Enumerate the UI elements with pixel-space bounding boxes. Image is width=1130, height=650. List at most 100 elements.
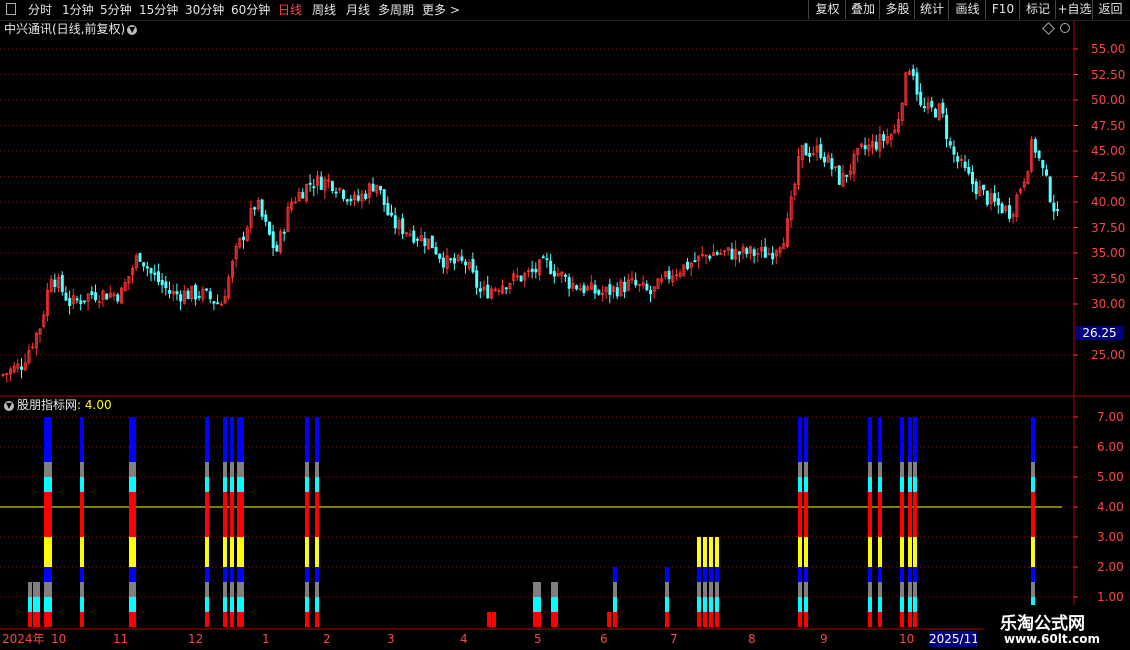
indicator-value: : 4.00 <box>77 398 112 412</box>
candle-body <box>142 262 146 267</box>
indicator-bar-segment <box>487 612 491 627</box>
candle-body <box>549 260 553 274</box>
candle-body <box>504 287 508 290</box>
indicator-bar-segment <box>908 417 912 462</box>
candle-body <box>145 266 149 269</box>
indicator-bar-segment <box>315 567 319 582</box>
candle-body <box>349 198 353 202</box>
candle-body <box>275 244 279 252</box>
indicator-bar-segment <box>868 462 872 477</box>
candle-body <box>534 268 538 273</box>
indicator-bar-segment <box>554 597 558 612</box>
indicator-bar-segment <box>868 507 872 537</box>
indicator-bar-segment <box>240 537 244 567</box>
indicator-bar-segment <box>305 507 309 537</box>
indicator-bar-segment <box>798 507 802 537</box>
indicator-bar-segment <box>1031 417 1035 462</box>
indicator-bar-segment <box>1031 537 1035 567</box>
indicator-bar-segment <box>878 507 882 537</box>
candle-body <box>922 106 926 109</box>
indicator-bar-segment <box>1031 492 1035 507</box>
price-axis-label: 40.00 <box>1091 195 1126 209</box>
indicator-bar-segment <box>878 567 882 582</box>
indicator-bar-segment <box>230 507 234 537</box>
candle-body <box>393 215 397 229</box>
indicator-bar-segment <box>80 477 84 492</box>
indicator-bar-segment <box>900 537 904 567</box>
indicator-bar-segment <box>878 612 882 627</box>
candle-body <box>752 249 756 256</box>
chevron-down-icon[interactable]: ▼ <box>4 400 14 411</box>
candle-body <box>804 143 808 156</box>
indicator-bar-segment <box>798 582 802 597</box>
indicator-bar-segment <box>913 477 917 492</box>
date-label: 12 <box>188 632 204 646</box>
candle-body <box>545 258 549 261</box>
indicator-bar-segment <box>878 597 882 612</box>
candle-body <box>390 212 394 216</box>
indicator-bar-segment <box>1031 477 1035 492</box>
candle-body <box>771 252 775 260</box>
indicator-bar-segment <box>305 582 309 597</box>
indicator-bar-segment <box>305 477 309 492</box>
indicator-bar-segment <box>48 582 52 597</box>
candle-body <box>530 268 534 272</box>
indicator-bar-segment <box>697 597 701 612</box>
indicator-bar-segment <box>1031 582 1035 597</box>
indicator-bar-segment <box>804 567 808 582</box>
candle-body <box>615 287 619 297</box>
candle-body <box>452 257 456 264</box>
indicator-bar-segment <box>900 612 904 627</box>
candle-body <box>160 279 164 286</box>
indicator-bar-segment <box>913 597 917 612</box>
candle-body <box>708 255 712 259</box>
price-axis-label: 42.50 <box>1091 170 1126 184</box>
indicator-bar-segment <box>804 582 808 597</box>
candle-body <box>882 134 886 142</box>
indicator-bar-segment <box>868 477 872 492</box>
indicator-bar-segment <box>205 582 209 597</box>
indicator-bar-segment <box>36 597 40 612</box>
indicator-bar-segment <box>878 582 882 597</box>
candle-body <box>1048 176 1052 203</box>
indicator-bar-segment <box>230 492 234 507</box>
price-axis-label: 47.50 <box>1091 119 1126 133</box>
candle-body <box>205 288 209 291</box>
candle-body <box>952 146 956 155</box>
indicator-bar-segment <box>798 477 802 492</box>
date-label: 11 <box>113 632 129 646</box>
indicator-bar-segment <box>878 492 882 507</box>
indicator-bar-segment <box>315 462 319 477</box>
indicator-bar-segment <box>878 537 882 567</box>
candle-body <box>686 261 690 270</box>
indicator-bar-segment <box>798 567 802 582</box>
candle-body <box>471 259 475 273</box>
indicator-bar-segment <box>697 567 701 582</box>
indicator-bar-segment <box>900 492 904 507</box>
candle-body <box>597 290 601 295</box>
candle-body <box>423 238 427 247</box>
candle-body <box>541 256 545 259</box>
indicator-bar-segment <box>613 567 617 582</box>
candle-body <box>53 279 57 287</box>
indicator-bar-segment <box>697 537 701 567</box>
candle-body <box>667 270 671 280</box>
indicator-bar-segment <box>44 567 48 582</box>
indicator-bar-segment <box>537 612 541 627</box>
date-label: 6 <box>600 632 608 646</box>
indicator-bar-segment <box>315 597 319 612</box>
candle-body <box>242 236 246 241</box>
indicator-bar-segment <box>533 612 537 627</box>
price-axis-label: 55.00 <box>1091 42 1126 56</box>
indicator-bar-segment <box>868 582 872 597</box>
indicator-bar-segment <box>913 417 917 462</box>
candle-body <box>519 275 523 282</box>
price-axis-label: 52.50 <box>1091 68 1126 82</box>
candle-body <box>993 193 997 202</box>
indicator-bar-segment <box>48 492 52 507</box>
indicator-axis-label: 7.00 <box>1097 410 1124 424</box>
candle-body <box>253 207 257 210</box>
indicator-bar-segment <box>205 507 209 537</box>
candle-body <box>79 300 83 305</box>
candle-body <box>1056 209 1060 212</box>
